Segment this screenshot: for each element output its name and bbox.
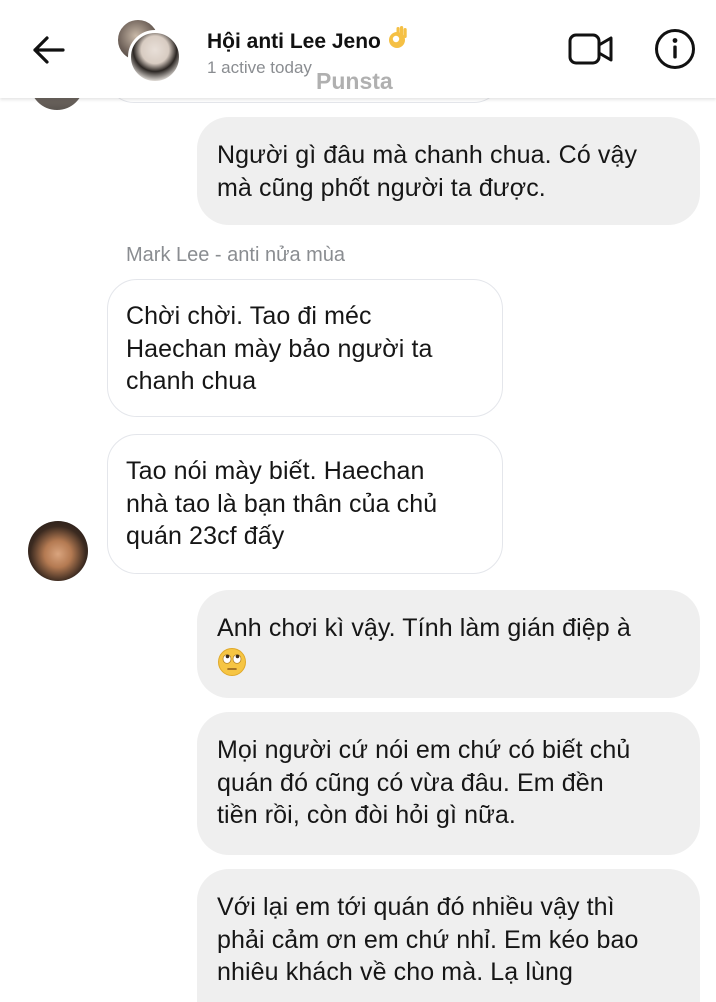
message-bubble-incoming[interactable]: Chời chời. Tao đi méc Haechan mày bảo ng… <box>107 279 503 417</box>
conversation-title-text: Hội anti Lee Jeno <box>207 30 381 53</box>
message-line: Anh chơi kì vậy. Tính làm gián điệp à <box>217 614 631 642</box>
message-bubble-incoming[interactable]: Tao nói mày biết. Haechan nhà tao là bạn… <box>107 434 503 574</box>
message-bubble-outgoing[interactable]: Với lại em tới quán đó nhiều vậy thì phả… <box>197 869 700 1002</box>
message-line: nhà tao là bạn thân của chủ <box>126 489 438 518</box>
message-line: phải cảm ơn em chứ nhỉ. Em kéo bao <box>217 925 639 954</box>
message-bubble-outgoing[interactable]: Anh chơi kì vậy. Tính làm gián điệp à <box>197 590 700 698</box>
message-bubble-outgoing[interactable]: Mọi người cứ nói em chứ có biết chủ quán… <box>197 712 700 855</box>
message-line: Mọi người cứ nói em chứ có biết chủ <box>217 736 631 764</box>
message-line: nhiêu khách về cho mà. Lạ lùng <box>217 958 574 986</box>
message-line: Haechan mày bảo người ta <box>126 334 433 363</box>
ok-hand-emoji <box>385 24 409 56</box>
message-line: Người gì đâu mà chanh chua. Có vậy <box>217 141 638 169</box>
message-bubble-outgoing[interactable]: Người gì đâu mà chanh chua. Có vậy mà cũ… <box>197 117 700 225</box>
active-status: 1 active today <box>207 58 312 77</box>
message-line-emoji <box>217 645 680 678</box>
arrow-left-icon <box>33 36 65 64</box>
message-line: quán đó cũng có vừa đâu. Em đền <box>217 768 604 797</box>
message-line: quán 23cf đấy <box>126 522 285 550</box>
message-line: Tao nói mày biết. Haechan <box>126 457 425 485</box>
message-line: tiền rồi, còn đòi hỏi gì nữa. <box>217 801 516 829</box>
back-button[interactable] <box>26 28 70 72</box>
video-call-icon <box>568 33 613 65</box>
sender-name: Mark Lee - anti nửa mùa <box>126 244 346 266</box>
message-line: mà cũng phốt người ta được. <box>217 173 546 202</box>
face-with-rolling-eyes-emoji <box>218 647 246 676</box>
info-button[interactable] <box>652 26 698 72</box>
conversation-title[interactable]: Hội anti Lee Jeno <box>207 24 409 56</box>
video-call-button[interactable] <box>566 28 616 70</box>
message-line: Chời chời. Tao đi méc <box>126 302 372 330</box>
message-line: Với lại em tới quán đó nhiều vậy thì <box>217 893 615 921</box>
message-line: chanh chua <box>126 367 257 395</box>
watermark: Punsta <box>316 68 393 94</box>
group-avatar-front <box>128 30 182 84</box>
info-icon <box>655 29 695 69</box>
group-avatar[interactable] <box>116 16 182 84</box>
sender-avatar[interactable] <box>28 521 88 581</box>
